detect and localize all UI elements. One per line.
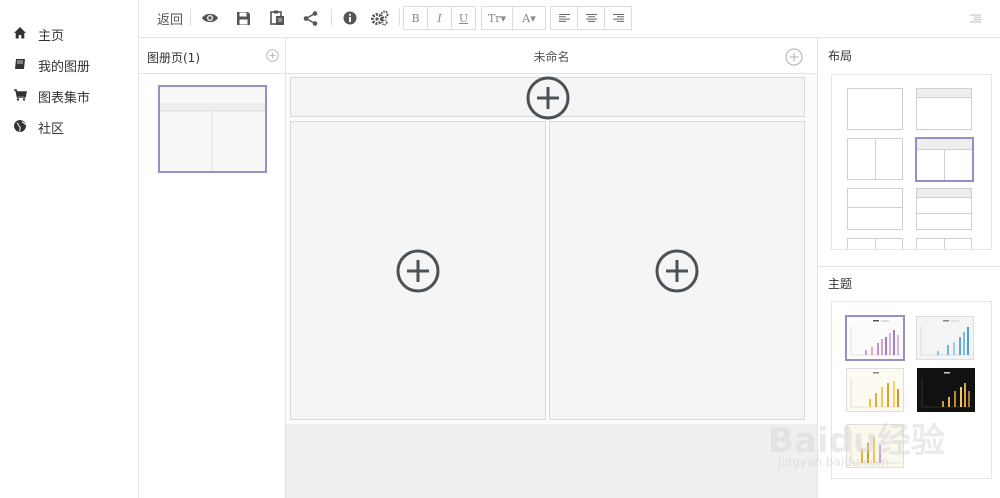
text-size-dropdown[interactable]: Tr▾ bbox=[481, 6, 513, 30]
canvas-area bbox=[286, 74, 817, 424]
pages-panel: 图册页(1) bbox=[139, 38, 286, 498]
layout-divider bbox=[875, 239, 876, 249]
theme-options bbox=[831, 301, 992, 479]
layout-options bbox=[831, 74, 992, 250]
theme-section-title: 主题 bbox=[828, 277, 853, 291]
page-thumbnail[interactable] bbox=[158, 85, 267, 173]
theme-preview-chart bbox=[850, 431, 901, 464]
share-button[interactable] bbox=[299, 6, 321, 30]
align-left-icon bbox=[558, 13, 570, 22]
back-button[interactable]: 返回 bbox=[155, 6, 185, 30]
nav-label-community: 社区 bbox=[38, 122, 65, 137]
align-center-button[interactable] bbox=[577, 6, 605, 30]
save-button[interactable] bbox=[232, 6, 254, 30]
layout-option-single[interactable] bbox=[847, 88, 903, 130]
layout-divider bbox=[917, 213, 971, 214]
pages-header: 图册页(1) bbox=[139, 38, 285, 74]
list-indent-icon bbox=[969, 14, 981, 22]
layout-header-strip bbox=[917, 139, 972, 150]
nav-label-my-albums: 我的图册 bbox=[38, 60, 91, 75]
app-window: 主页 我的图册 图表集市 社区 返回 B I U Tr▾ A▾ 图册页(1) 未… bbox=[0, 0, 1000, 498]
layout-option-two-columns[interactable] bbox=[847, 138, 903, 180]
gears-icon bbox=[371, 10, 389, 26]
theme-option-purple[interactable] bbox=[845, 315, 905, 361]
panel-divider bbox=[818, 266, 1000, 267]
align-left-button[interactable] bbox=[550, 6, 578, 30]
add-chart-icon[interactable] bbox=[655, 249, 699, 293]
layout-header-strip bbox=[917, 189, 971, 198]
editor-header: 未命名 bbox=[286, 38, 817, 74]
layout-option-header-grid[interactable] bbox=[916, 238, 972, 249]
theme-option-dark[interactable] bbox=[917, 368, 975, 412]
globe-icon bbox=[14, 120, 26, 132]
layout-option-grid[interactable] bbox=[847, 238, 903, 249]
toolbar: 返回 B I U Tr▾ A▾ bbox=[139, 0, 1000, 38]
add-chart-icon[interactable] bbox=[526, 76, 570, 120]
align-center-icon bbox=[585, 13, 597, 22]
layout-divider bbox=[875, 139, 876, 179]
layout-option-header-two-columns[interactable] bbox=[915, 137, 974, 182]
nav-item-home[interactable]: 主页 bbox=[0, 20, 139, 48]
document-title[interactable]: 未命名 bbox=[286, 48, 817, 65]
book-icon bbox=[15, 59, 25, 69]
preview-button[interactable] bbox=[199, 6, 221, 30]
right-panel: 布局 主题 bbox=[817, 38, 1000, 498]
theme-option-blue[interactable] bbox=[916, 316, 974, 360]
share-icon bbox=[303, 10, 317, 26]
clipboard-icon bbox=[269, 10, 284, 25]
floppy-disk-icon bbox=[236, 11, 250, 25]
paste-button[interactable] bbox=[266, 6, 288, 30]
layout-option-header-two-rows[interactable] bbox=[916, 188, 972, 230]
layout-option-two-rows[interactable] bbox=[847, 188, 903, 230]
layout-header-strip bbox=[917, 89, 971, 98]
layout-cell-header[interactable] bbox=[290, 76, 805, 120]
nav-item-community[interactable]: 社区 bbox=[0, 113, 139, 141]
cart-icon bbox=[14, 89, 27, 101]
font-color-dropdown[interactable]: A▾ bbox=[512, 6, 546, 30]
home-icon bbox=[14, 27, 26, 39]
theme-option-yellow[interactable] bbox=[846, 368, 904, 412]
pages-title: 图册页(1) bbox=[147, 51, 200, 65]
page-thumbnail-preview bbox=[160, 87, 265, 171]
nav-label-home: 主页 bbox=[38, 29, 65, 44]
info-icon bbox=[343, 11, 357, 25]
align-right-button[interactable] bbox=[604, 6, 632, 30]
layout-section-title: 布局 bbox=[828, 49, 853, 63]
left-navigation: 主页 我的图册 图表集市 社区 bbox=[0, 0, 139, 498]
layout-divider bbox=[944, 150, 945, 180]
nav-item-my-albums[interactable]: 我的图册 bbox=[0, 51, 139, 79]
editor-canvas: 未命名 bbox=[286, 38, 817, 498]
underline-button[interactable]: U bbox=[451, 6, 476, 30]
theme-preview-chart bbox=[921, 372, 972, 408]
theme-option-warm[interactable] bbox=[846, 424, 904, 468]
layout-cell-left[interactable] bbox=[290, 121, 546, 420]
eye-icon bbox=[202, 13, 218, 23]
toolbar-separator bbox=[331, 9, 332, 26]
bold-button[interactable]: B bbox=[403, 6, 428, 30]
info-button[interactable] bbox=[339, 6, 361, 30]
theme-preview-chart bbox=[850, 320, 901, 356]
layout-divider bbox=[944, 239, 945, 249]
theme-preview-chart bbox=[850, 372, 901, 408]
nav-item-chart-market[interactable]: 图表集市 bbox=[0, 82, 139, 110]
layout-option-header-single[interactable] bbox=[916, 88, 972, 130]
add-chart-icon[interactable] bbox=[396, 249, 440, 293]
panel-toggle-button[interactable] bbox=[967, 6, 983, 30]
theme-preview-chart bbox=[920, 320, 971, 356]
layout-divider bbox=[848, 207, 902, 208]
add-page-circle-icon[interactable] bbox=[785, 48, 803, 66]
layout-cell-right[interactable] bbox=[549, 121, 805, 420]
add-page-icon[interactable] bbox=[266, 49, 279, 62]
toolbar-separator bbox=[190, 9, 191, 26]
settings-button[interactable] bbox=[368, 6, 392, 30]
toolbar-separator bbox=[399, 9, 400, 26]
nav-label-chart-market: 图表集市 bbox=[38, 91, 91, 106]
italic-button[interactable]: I bbox=[427, 6, 452, 30]
align-right-icon bbox=[612, 13, 624, 22]
